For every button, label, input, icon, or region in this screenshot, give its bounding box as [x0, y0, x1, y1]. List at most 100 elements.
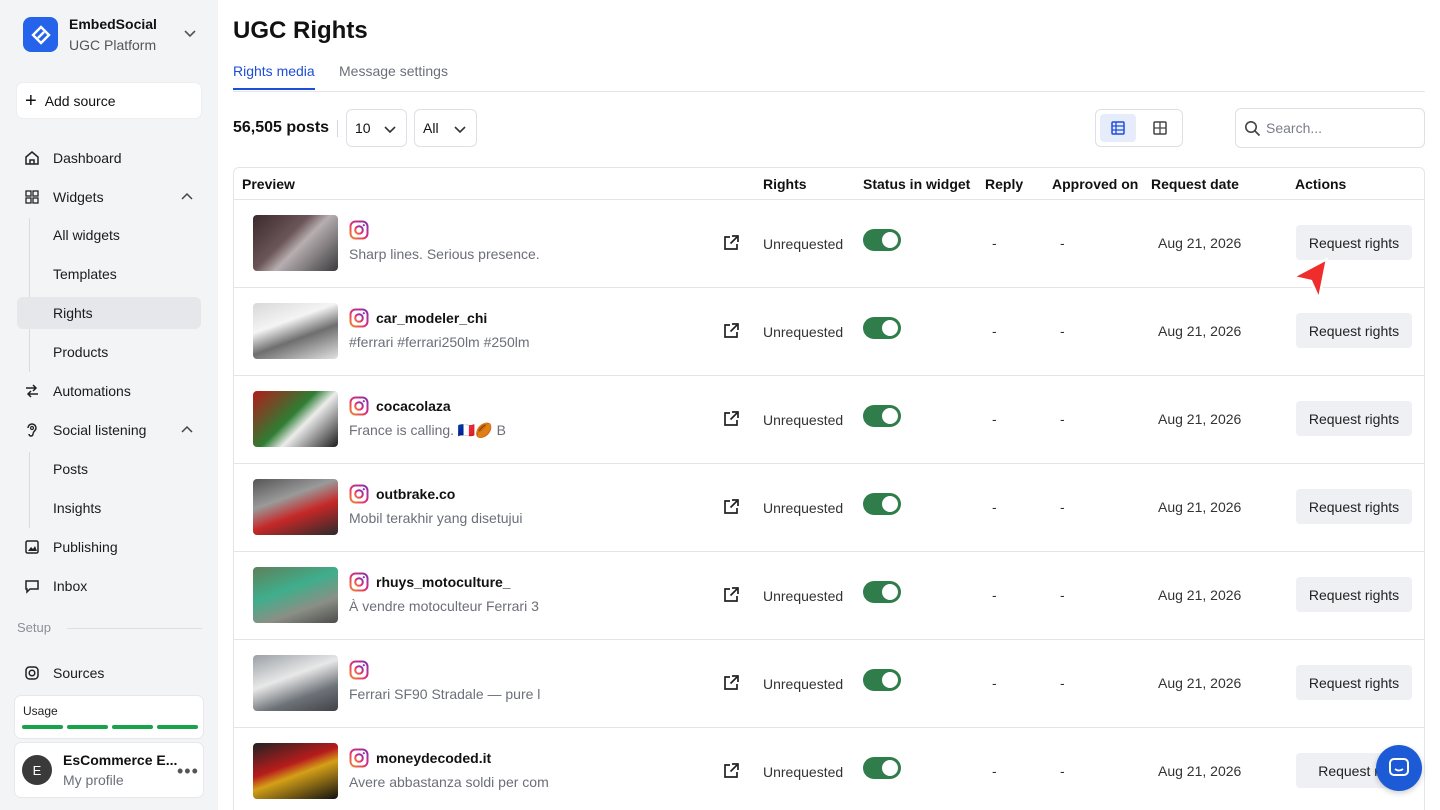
profile-card[interactable]: E EsCommerce E... My profile ••• [15, 743, 203, 797]
column-header-preview: Preview [242, 176, 295, 192]
home-icon [23, 149, 41, 167]
tab-message-settings[interactable]: Message settings [339, 63, 448, 87]
request-rights-button[interactable]: Request rights [1296, 401, 1412, 436]
external-link-icon[interactable] [722, 762, 740, 780]
request-date-value: Aug 21, 2026 [1158, 323, 1242, 339]
post-thumbnail[interactable] [253, 303, 338, 359]
request-rights-button[interactable]: Request rights [1296, 313, 1412, 348]
grid-view-button[interactable] [1142, 114, 1178, 142]
widget-status-toggle[interactable] [863, 757, 901, 779]
approved-on-value: - [1060, 763, 1065, 779]
posts-count: 56,505 posts [233, 119, 330, 136]
approved-on-value: - [1060, 235, 1065, 251]
approved-on-value: - [1060, 675, 1065, 691]
post-caption: Sharp lines. Serious presence. [349, 246, 540, 262]
reply-value: - [992, 499, 997, 515]
filter-select[interactable]: All [414, 109, 477, 147]
post-thumbnail[interactable] [253, 655, 338, 711]
ear-icon [23, 421, 41, 439]
request-rights-button[interactable]: Request rights [1296, 577, 1412, 612]
sidebar-item-label: Widgets [53, 189, 104, 205]
sidebar-item-social-listening[interactable]: Social listening [17, 414, 201, 446]
request-rights-button[interactable]: Request rights [1296, 489, 1412, 524]
sidebar-item-insights[interactable]: Insights [17, 492, 201, 524]
sidebar-item-dashboard[interactable]: Dashboard [17, 142, 201, 174]
usage-card[interactable]: Usage [15, 696, 203, 738]
post-caption: #ferrari #ferrari250lm #250lm [349, 334, 530, 350]
approved-on-value: - [1060, 323, 1065, 339]
post-thumbnail[interactable] [253, 567, 338, 623]
post-thumbnail[interactable] [253, 479, 338, 535]
sidebar-item-sources[interactable]: Sources [17, 657, 201, 689]
column-header-status: Status in widget [863, 176, 971, 192]
reply-value: - [992, 235, 997, 251]
sidebar-item-all-widgets[interactable]: All widgets [17, 219, 201, 251]
instagram-icon [349, 220, 369, 240]
workspace-switcher[interactable]: EmbedSocial UGC Platform [23, 16, 203, 56]
page-size-select[interactable]: 10 [346, 109, 407, 147]
reply-value: - [992, 675, 997, 691]
sidebar-item-products[interactable]: Products [17, 336, 201, 368]
post-thumbnail[interactable] [253, 391, 338, 447]
column-header-actions: Actions [1295, 176, 1347, 192]
usage-segment [22, 725, 63, 729]
request-date-value: Aug 21, 2026 [1158, 411, 1242, 427]
request-rights-button[interactable]: Request rights [1296, 665, 1412, 700]
chat-bubble-icon [1389, 758, 1409, 776]
request-date-value: Aug 21, 2026 [1158, 675, 1242, 691]
divider [337, 120, 338, 137]
table-row: cocacolaza France is calling. 🇫🇷🏉 B Unre… [234, 376, 1424, 464]
more-icon[interactable]: ••• [177, 761, 199, 782]
external-link-icon[interactable] [722, 322, 740, 340]
chat-button[interactable] [1376, 745, 1422, 791]
post-username[interactable]: rhuys_motoculture_ [376, 574, 511, 590]
rights-status: Unrequested [763, 588, 844, 604]
sidebar-item-widgets[interactable]: Widgets [17, 181, 201, 213]
table-row: moneydecoded.it Avere abbastanza soldi p… [234, 728, 1424, 810]
post-username[interactable]: cocacolaza [376, 398, 451, 414]
table-row: outbrake.co Mobil terakhir yang disetuju… [234, 464, 1424, 552]
sidebar-item-automations[interactable]: Automations [17, 375, 201, 407]
sidebar-item-label: Publishing [53, 539, 118, 555]
sidebar-item-label: Insights [53, 500, 102, 516]
post-username[interactable]: car_modeler_chi [376, 310, 487, 326]
external-link-icon[interactable] [722, 586, 740, 604]
automation-icon [23, 382, 41, 400]
external-link-icon[interactable] [722, 674, 740, 692]
external-link-icon[interactable] [722, 234, 740, 252]
post-thumbnail[interactable] [253, 215, 338, 271]
widget-status-toggle[interactable] [863, 229, 901, 251]
post-thumbnail[interactable] [253, 743, 338, 799]
widget-status-toggle[interactable] [863, 493, 901, 515]
post-username[interactable]: moneydecoded.it [376, 750, 491, 766]
widget-status-toggle[interactable] [863, 581, 901, 603]
sidebar-item-label: Products [53, 344, 109, 360]
search-input[interactable] [1266, 118, 1416, 138]
table-row: Sharp lines. Serious presence. Unrequest… [234, 200, 1424, 288]
sidebar-item-templates[interactable]: Templates [17, 258, 201, 290]
external-link-icon[interactable] [722, 498, 740, 516]
grid-icon [23, 188, 41, 206]
usage-label: Usage [23, 704, 58, 718]
post-caption: Ferrari SF90 Stradale — pure l [349, 686, 541, 702]
widget-status-toggle[interactable] [863, 317, 901, 339]
sidebar-item-inbox[interactable]: Inbox [17, 570, 201, 602]
list-view-button[interactable] [1100, 114, 1136, 142]
post-username[interactable]: outbrake.co [376, 486, 455, 502]
widget-status-toggle[interactable] [863, 669, 901, 691]
external-link-icon[interactable] [722, 410, 740, 428]
add-source-button[interactable]: + Add source [17, 83, 201, 118]
widget-status-toggle[interactable] [863, 405, 901, 427]
table-header: Preview Rights Status in widget Reply Ap… [234, 168, 1424, 200]
profile-name: EsCommerce E... [63, 752, 178, 768]
sidebar-item-label: Automations [53, 383, 131, 399]
approved-on-value: - [1060, 587, 1065, 603]
sidebar-item-publishing[interactable]: Publishing [17, 531, 201, 563]
chevron-down-icon [384, 126, 396, 134]
instagram-icon [349, 396, 369, 416]
sidebar-item-posts[interactable]: Posts [17, 453, 201, 485]
reply-value: - [992, 587, 997, 603]
instagram-icon [349, 748, 369, 768]
tab-rights-media[interactable]: Rights media [233, 63, 315, 90]
sidebar-item-rights[interactable]: Rights [17, 297, 201, 329]
